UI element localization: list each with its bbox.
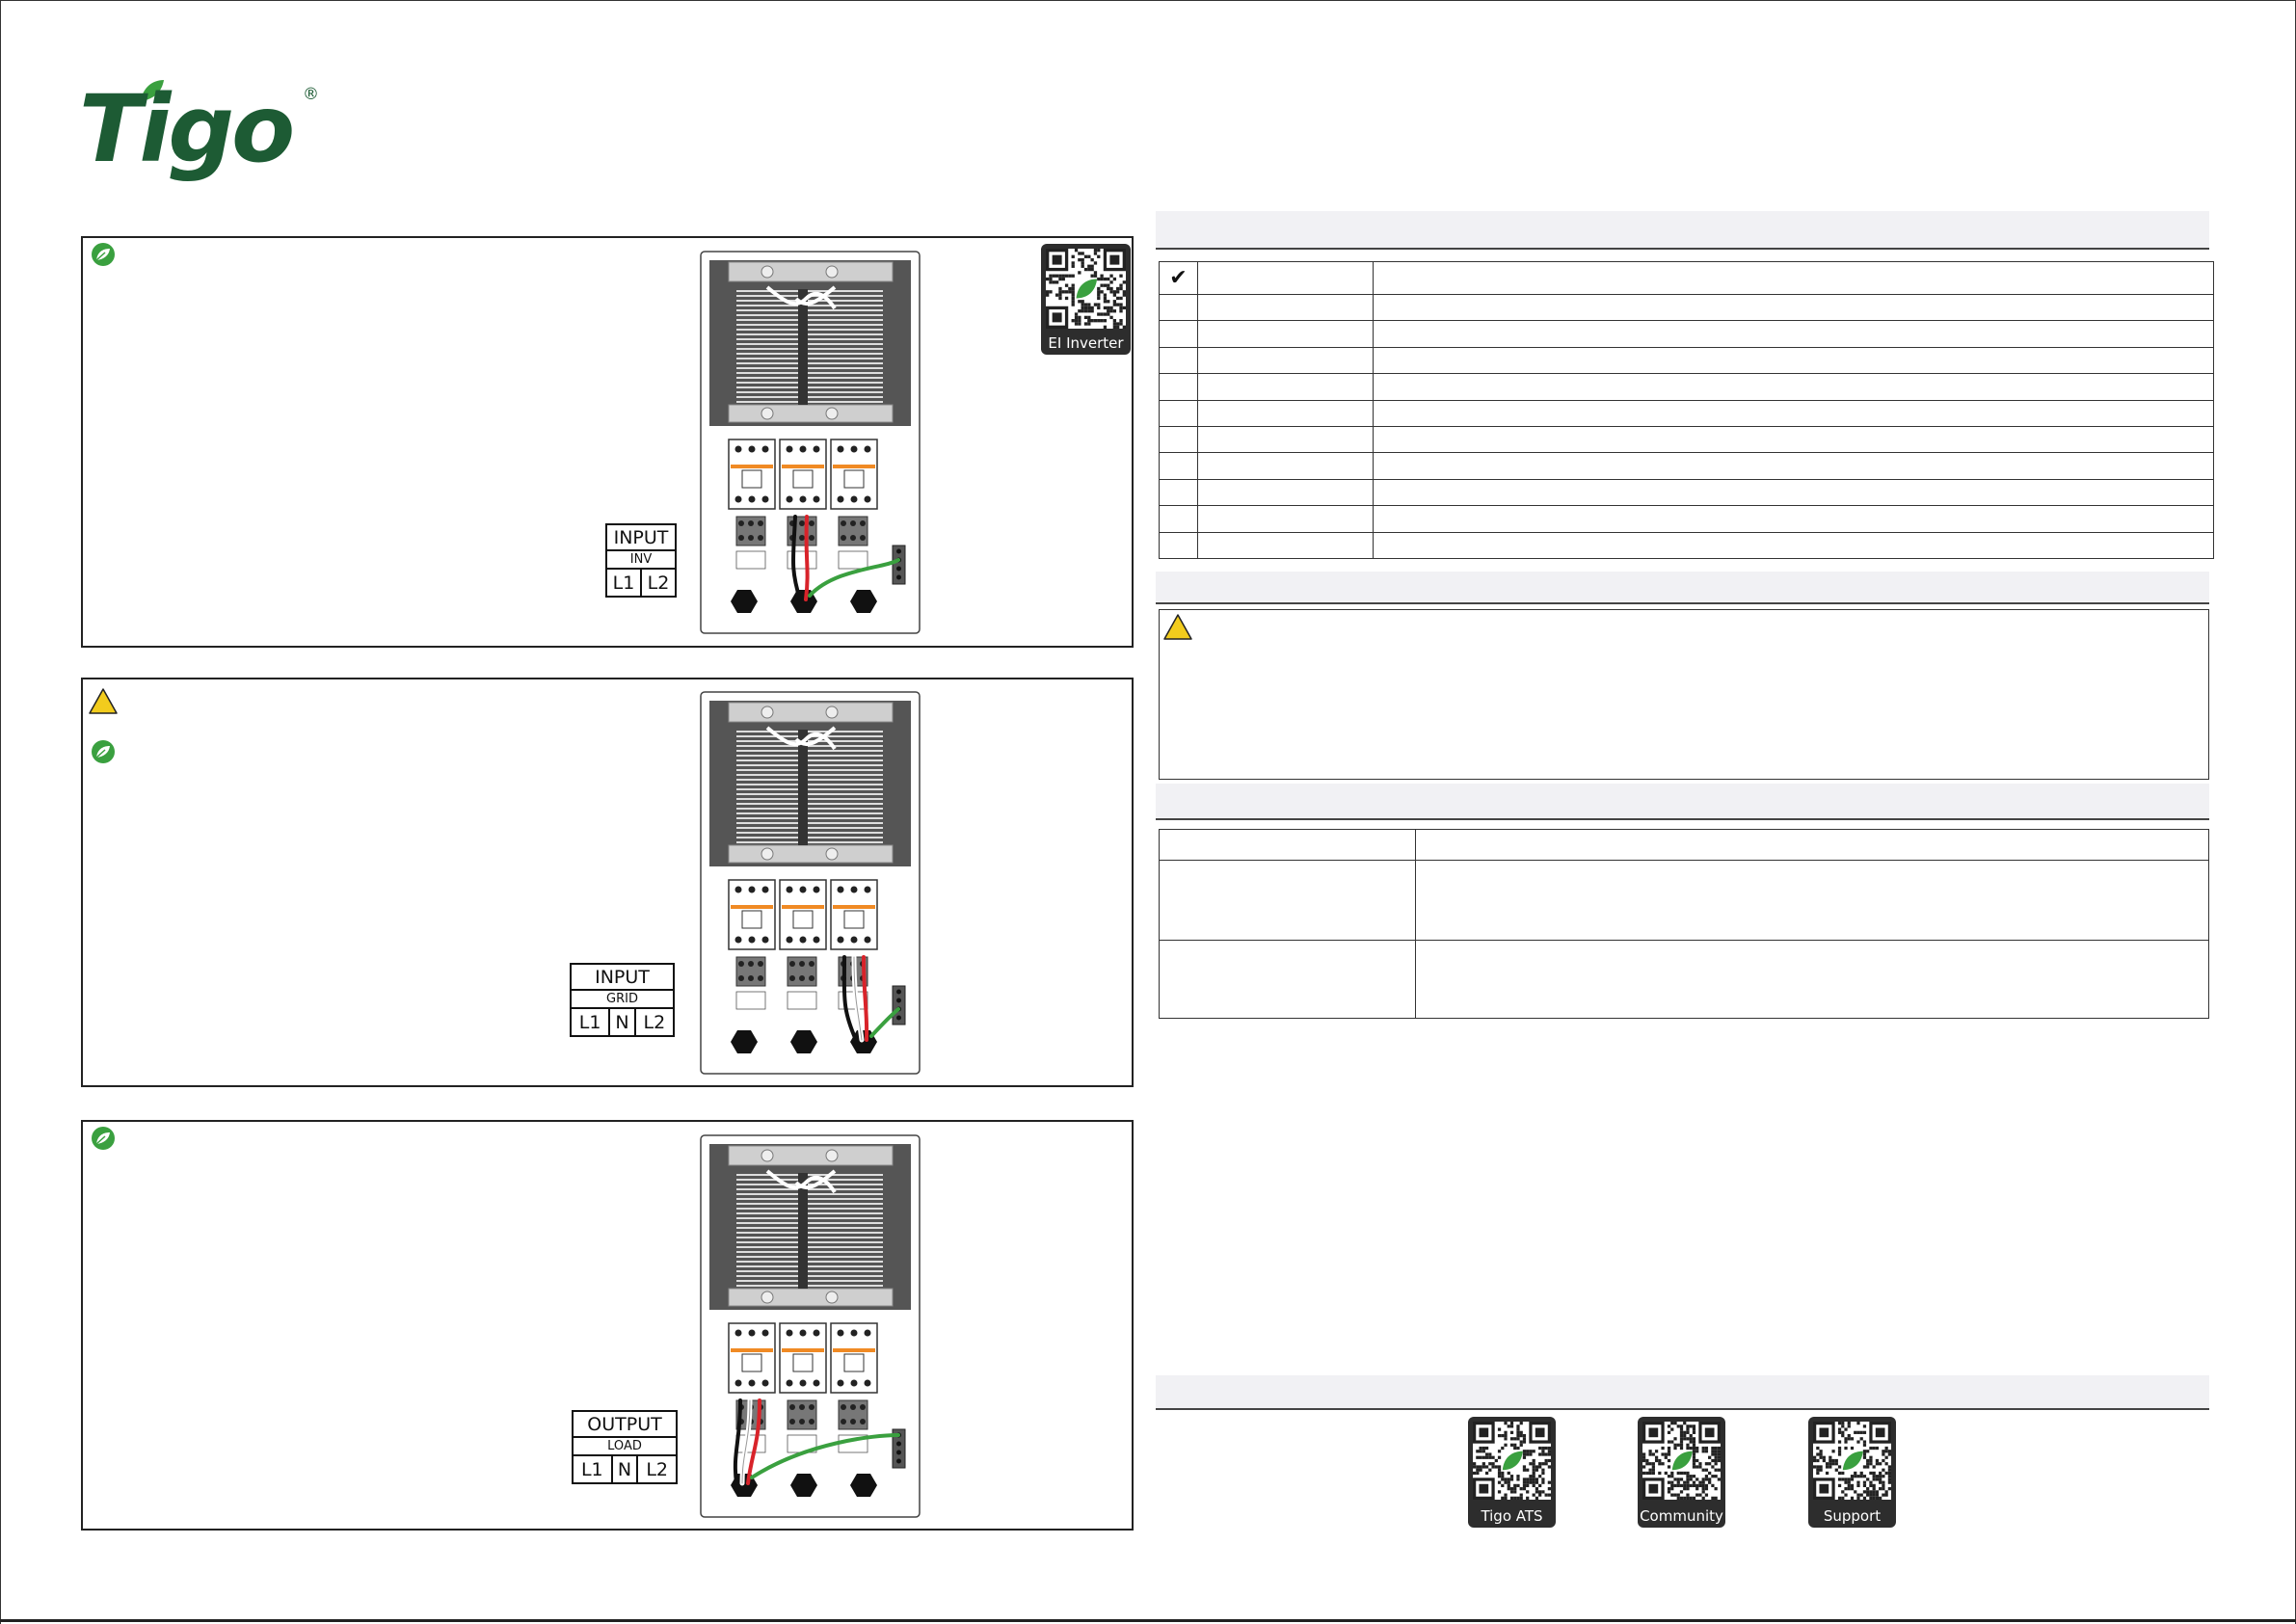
page-border (0, 0, 2296, 1624)
page-bottom-rule (0, 1619, 2296, 1622)
